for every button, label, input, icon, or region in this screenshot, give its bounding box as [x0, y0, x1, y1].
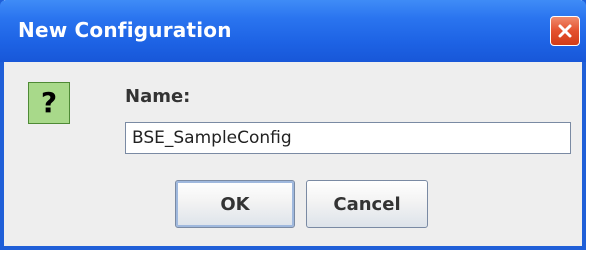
- name-input[interactable]: [125, 122, 571, 154]
- cancel-button[interactable]: Cancel: [306, 180, 428, 228]
- dialog-title: New Configuration: [18, 18, 232, 42]
- name-label: Name:: [125, 86, 191, 107]
- ok-button-label: OK: [220, 193, 250, 215]
- dialog-content: ? Name: OK Cancel: [4, 62, 582, 246]
- question-icon: ?: [28, 82, 70, 124]
- title-bar[interactable]: New Configuration: [0, 0, 586, 62]
- close-icon: [558, 24, 572, 38]
- question-icon-glyph: ?: [40, 86, 58, 119]
- new-configuration-dialog: New Configuration ? Name: OK Cancel: [0, 0, 586, 250]
- close-button[interactable]: [550, 16, 580, 46]
- ok-button[interactable]: OK: [175, 180, 295, 228]
- cancel-button-label: Cancel: [333, 193, 401, 215]
